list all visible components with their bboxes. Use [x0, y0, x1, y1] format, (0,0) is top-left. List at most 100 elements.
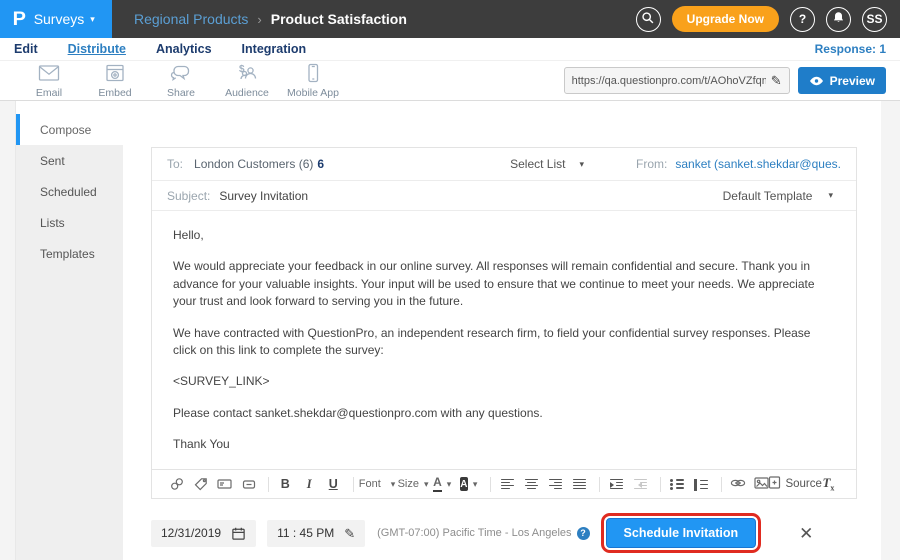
- tag-icon[interactable]: [190, 474, 211, 495]
- breadcrumb-parent[interactable]: Regional Products: [134, 11, 248, 27]
- calendar-icon[interactable]: [231, 526, 246, 541]
- chevron-down-icon: ▾: [828, 191, 833, 200]
- surveys-menu[interactable]: P Surveys ▾: [0, 0, 112, 38]
- questionpro-logo-icon: P: [13, 10, 26, 29]
- mobile-app-icon: [303, 63, 323, 86]
- channel-audience[interactable]: $ Audience: [214, 63, 280, 99]
- schedule-time-input[interactable]: 11 : 45 PM ✎: [267, 520, 365, 547]
- upgrade-now-button[interactable]: Upgrade Now: [672, 6, 779, 32]
- avatar[interactable]: SS: [862, 7, 887, 32]
- question-mark-icon: ?: [799, 12, 806, 26]
- insert-link-button[interactable]: [727, 474, 748, 495]
- image-icon: [754, 477, 769, 492]
- email-body-paragraph: We would appreciate your feedback in our…: [173, 258, 835, 310]
- sidebar-item-templates[interactable]: Templates: [16, 238, 123, 269]
- schedule-date-input[interactable]: 12/31/2019: [151, 520, 256, 547]
- button-widget-icon[interactable]: [238, 474, 259, 495]
- outdent-button[interactable]: [630, 474, 651, 495]
- align-left-button[interactable]: [497, 474, 518, 495]
- survey-nav-tabs: Edit Distribute Analytics Integration Re…: [0, 38, 900, 60]
- email-body-paragraph: Hello,: [173, 227, 835, 244]
- outdent-icon: [634, 479, 647, 490]
- tab-analytics[interactable]: Analytics: [156, 42, 212, 56]
- search-button[interactable]: [636, 7, 661, 32]
- chevron-down-icon: ▾: [391, 480, 396, 489]
- email-body-paragraph: Thank You: [173, 436, 835, 453]
- channel-email[interactable]: Email: [16, 63, 82, 99]
- source-button[interactable]: Source: [775, 474, 815, 495]
- from-label: From:: [636, 157, 667, 171]
- sidebar-item-scheduled[interactable]: Scheduled: [16, 176, 123, 207]
- top-header: P Surveys ▾ Regional Products › Product …: [0, 0, 900, 38]
- size-dropdown[interactable]: Size ▾: [398, 474, 429, 495]
- bg-color-button[interactable]: A ▾: [456, 474, 481, 495]
- notifications-button[interactable]: [826, 7, 851, 32]
- to-row: To: London Customers (6) 6 Select List ▾…: [152, 148, 856, 181]
- edit-url-pencil-icon[interactable]: ✎: [771, 74, 782, 87]
- distribute-content: Compose Sent Scheduled Lists Templates T…: [15, 101, 881, 560]
- align-right-button[interactable]: [545, 474, 566, 495]
- recipient-count: 6: [317, 157, 324, 171]
- justify-button[interactable]: [569, 474, 590, 495]
- time-value: 11 : 45 PM: [277, 526, 334, 540]
- align-left-icon: [501, 479, 514, 490]
- justify-icon: [573, 479, 586, 490]
- channel-embed[interactable]: Embed: [82, 63, 148, 99]
- template-dropdown[interactable]: Default Template ▾: [723, 189, 841, 203]
- remove-format-button[interactable]: Tx: [818, 474, 839, 495]
- italic-button[interactable]: I: [299, 474, 320, 495]
- numbered-list-button[interactable]: [691, 474, 712, 495]
- schedule-invitation-button[interactable]: Schedule Invitation: [606, 518, 757, 548]
- tab-distribute[interactable]: Distribute: [68, 42, 126, 56]
- sidebar-item-sent[interactable]: Sent: [16, 145, 123, 176]
- email-body-paragraph: Please contact sanket.shekdar@questionpr…: [173, 405, 835, 422]
- sidebar-item-lists[interactable]: Lists: [16, 207, 123, 238]
- timezone-help-icon[interactable]: ?: [577, 527, 590, 540]
- format-toolbar: B I U Font ▾ Size ▾ A ▾ A ▾: [152, 469, 856, 498]
- close-icon[interactable]: ✕: [799, 525, 813, 542]
- email-icon: [37, 63, 61, 86]
- annotation-highlight: Schedule Invitation: [601, 513, 762, 553]
- underline-button[interactable]: U: [323, 474, 344, 495]
- text-color-button[interactable]: A ▾: [431, 474, 452, 495]
- preview-button[interactable]: Preview: [798, 67, 886, 94]
- page-right-gutter: [881, 101, 900, 560]
- align-center-button[interactable]: [521, 474, 542, 495]
- to-label: To:: [167, 157, 183, 171]
- share-icon: [169, 63, 193, 86]
- breadcrumb-separator: ›: [257, 12, 261, 27]
- from-sender[interactable]: sanket (sanket.shekdar@ques...: [675, 157, 841, 171]
- source-doc-icon: [768, 476, 781, 492]
- edit-time-pencil-icon[interactable]: ✎: [344, 527, 355, 540]
- distribute-channels-toolbar: Email Embed Share $ Audience Mobile App …: [0, 60, 900, 101]
- channel-share[interactable]: Share: [148, 63, 214, 99]
- response-count[interactable]: Response: 1: [815, 42, 886, 56]
- anchor-link-icon[interactable]: [166, 474, 187, 495]
- breadcrumb: Regional Products › Product Satisfaction: [134, 11, 407, 27]
- sidebar-item-compose[interactable]: Compose: [16, 114, 123, 145]
- email-body-paragraph: <SURVEY_LINK>: [173, 373, 835, 390]
- email-editor-panel: To: London Customers (6) 6 Select List ▾…: [151, 147, 857, 499]
- subject-input[interactable]: Survey Invitation: [219, 189, 308, 203]
- eye-icon: [809, 76, 824, 86]
- chevron-down-icon: ▾: [447, 480, 452, 489]
- survey-url-input[interactable]: [572, 75, 766, 87]
- select-list-dropdown[interactable]: Select List ▾: [510, 157, 584, 171]
- tab-edit[interactable]: Edit: [14, 42, 38, 56]
- chevron-down-icon: ▾: [473, 480, 478, 489]
- tab-integration[interactable]: Integration: [242, 42, 307, 56]
- channel-mobile-app[interactable]: Mobile App: [280, 63, 346, 99]
- schedule-controls: 12/31/2019 11 : 45 PM ✎ (GMT-07:00) Paci…: [151, 513, 813, 553]
- indent-button[interactable]: [606, 474, 627, 495]
- bell-icon: [832, 11, 845, 27]
- to-recipient-list[interactable]: London Customers (6): [194, 157, 313, 171]
- survey-url-field: ✎: [564, 67, 790, 94]
- template-card-icon[interactable]: [214, 474, 235, 495]
- help-button[interactable]: ?: [790, 7, 815, 32]
- surveys-menu-label: Surveys: [34, 11, 85, 27]
- font-dropdown[interactable]: Font ▾: [359, 474, 394, 495]
- chevron-down-icon: ▾: [90, 15, 95, 24]
- bullet-list-button[interactable]: [667, 474, 688, 495]
- bold-button[interactable]: B: [275, 474, 296, 495]
- email-body-editor[interactable]: Hello, We would appreciate your feedback …: [152, 211, 856, 469]
